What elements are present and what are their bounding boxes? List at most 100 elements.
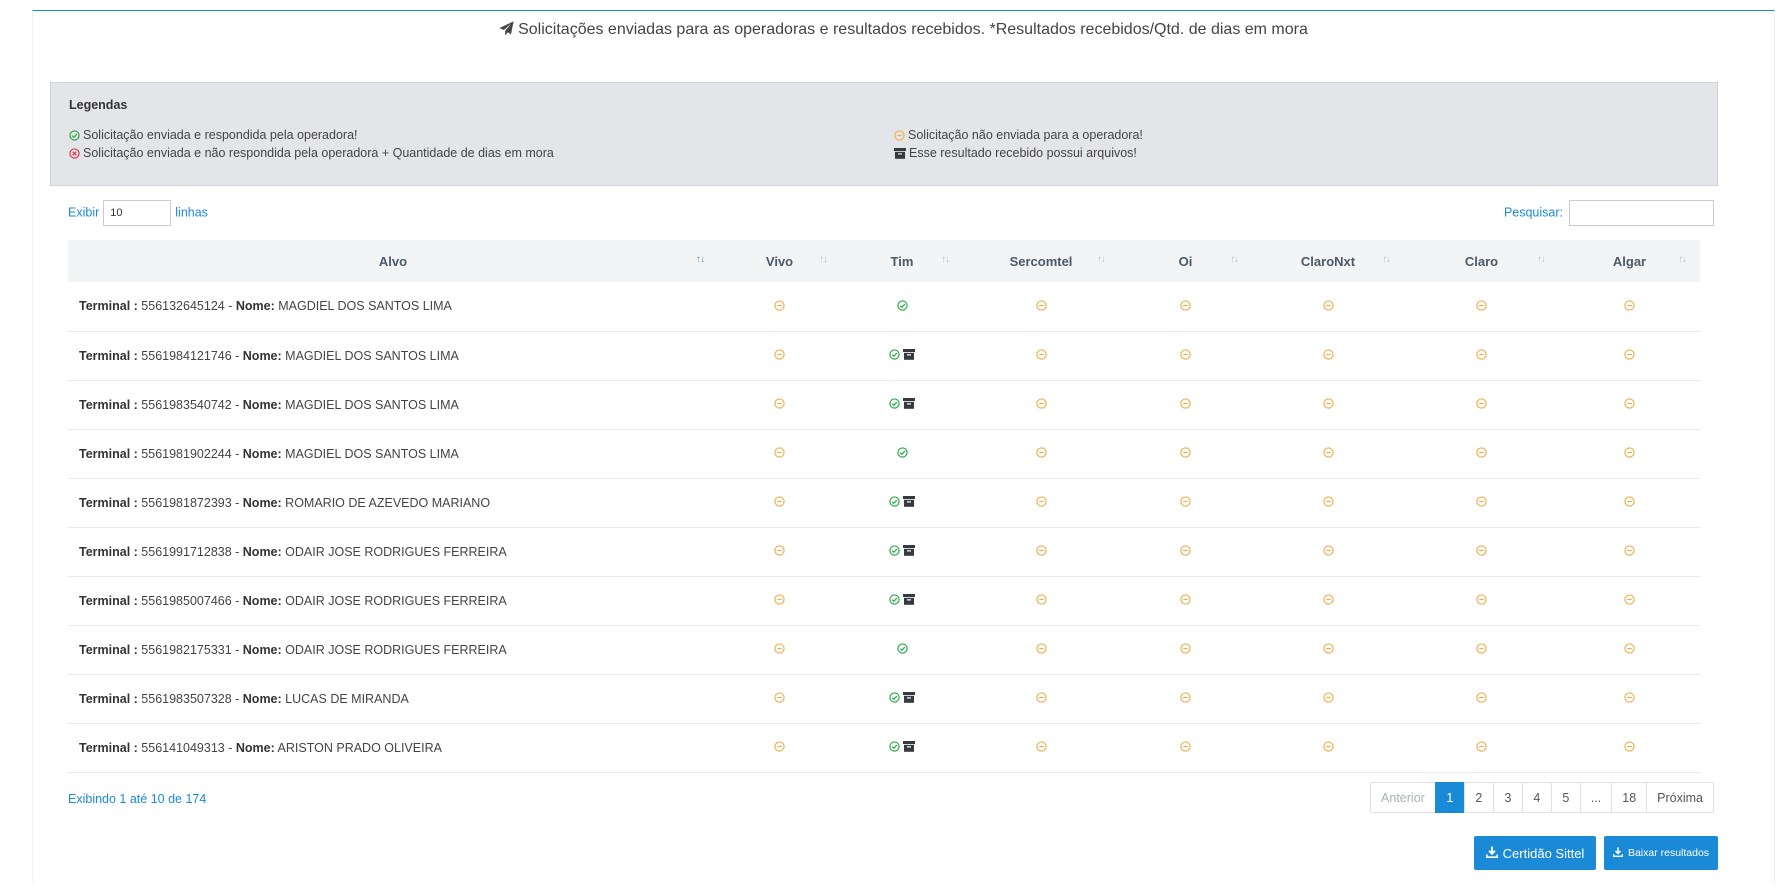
minus-circle-icon[interactable] bbox=[1180, 594, 1191, 608]
pagination-page[interactable]: 1 bbox=[1434, 782, 1465, 813]
search-input[interactable] bbox=[1569, 200, 1714, 226]
minus-circle-icon[interactable] bbox=[1476, 496, 1487, 510]
pagination-page[interactable]: 4 bbox=[1521, 782, 1552, 813]
minus-circle-icon[interactable] bbox=[1476, 398, 1487, 412]
minus-circle-icon[interactable] bbox=[1476, 692, 1487, 706]
check-circle-icon[interactable] bbox=[889, 349, 900, 363]
check-circle-icon[interactable] bbox=[896, 643, 908, 657]
minus-circle-icon[interactable] bbox=[1624, 496, 1635, 510]
minus-circle-icon[interactable] bbox=[1624, 692, 1635, 706]
column-header-vivo[interactable]: Vivo ↑↓ bbox=[718, 240, 841, 282]
minus-circle-icon[interactable] bbox=[1322, 349, 1334, 363]
pagination-page[interactable]: 5 bbox=[1550, 782, 1581, 813]
minus-circle-icon[interactable] bbox=[1476, 594, 1487, 608]
minus-circle-icon[interactable] bbox=[1180, 741, 1191, 755]
check-circle-icon[interactable] bbox=[889, 594, 900, 608]
minus-circle-icon[interactable] bbox=[1624, 643, 1635, 657]
minus-circle-icon[interactable] bbox=[1180, 349, 1191, 363]
minus-circle-icon[interactable] bbox=[1322, 643, 1334, 657]
pagination-page[interactable]: 18 bbox=[1611, 782, 1648, 813]
column-header-alvo[interactable]: Alvo ↑↓ bbox=[68, 240, 718, 282]
minus-circle-icon[interactable] bbox=[774, 299, 785, 314]
pagination-next[interactable]: Próxima bbox=[1646, 782, 1714, 813]
minus-circle-icon[interactable] bbox=[1035, 496, 1047, 510]
minus-circle-icon[interactable] bbox=[1322, 741, 1334, 755]
minus-circle-icon[interactable] bbox=[1476, 741, 1487, 755]
minus-circle-icon[interactable] bbox=[1035, 349, 1047, 363]
minus-circle-icon[interactable] bbox=[1322, 299, 1334, 314]
minus-circle-icon[interactable] bbox=[1035, 692, 1047, 706]
minus-circle-icon[interactable] bbox=[1476, 643, 1487, 657]
page-length-input[interactable] bbox=[103, 200, 172, 226]
minus-circle-icon[interactable] bbox=[774, 545, 785, 559]
minus-circle-icon[interactable] bbox=[1322, 545, 1334, 559]
column-header-claronxt[interactable]: ClaroNxt ↑↓ bbox=[1252, 240, 1404, 282]
minus-circle-icon[interactable] bbox=[774, 594, 785, 608]
minus-circle-icon[interactable] bbox=[1624, 299, 1635, 314]
minus-circle-icon[interactable] bbox=[1624, 741, 1635, 755]
archive-icon[interactable] bbox=[900, 740, 915, 755]
archive-icon[interactable] bbox=[900, 691, 915, 706]
archive-icon[interactable] bbox=[900, 593, 915, 608]
check-circle-icon[interactable] bbox=[889, 545, 900, 559]
minus-circle-icon[interactable] bbox=[774, 349, 785, 363]
archive-icon[interactable] bbox=[900, 495, 915, 510]
minus-circle-icon[interactable] bbox=[1035, 545, 1047, 559]
minus-circle-icon[interactable] bbox=[1180, 692, 1191, 706]
minus-circle-icon[interactable] bbox=[774, 692, 785, 706]
check-circle-icon[interactable] bbox=[889, 741, 900, 755]
minus-circle-icon[interactable] bbox=[1180, 398, 1191, 412]
minus-circle-icon[interactable] bbox=[1180, 643, 1191, 657]
check-circle-icon[interactable] bbox=[896, 299, 908, 314]
baixar-resultados-button[interactable]: Baixar resultados bbox=[1604, 836, 1718, 870]
archive-icon[interactable] bbox=[900, 544, 915, 559]
minus-circle-icon[interactable] bbox=[1624, 398, 1635, 412]
certidao-sittel-button[interactable]: Certidão Sittel bbox=[1474, 836, 1596, 870]
minus-circle-icon[interactable] bbox=[774, 447, 785, 461]
minus-circle-icon[interactable] bbox=[1180, 496, 1191, 510]
download-icon bbox=[1485, 846, 1498, 861]
minus-circle-icon[interactable] bbox=[774, 741, 785, 755]
minus-circle-icon[interactable] bbox=[774, 398, 785, 412]
check-circle-icon[interactable] bbox=[896, 447, 908, 461]
column-header-tim[interactable]: Tim ↑↓ bbox=[841, 240, 963, 282]
minus-circle-icon[interactable] bbox=[1322, 447, 1334, 461]
minus-circle-icon[interactable] bbox=[1035, 398, 1047, 412]
archive-icon[interactable] bbox=[900, 397, 915, 412]
minus-circle-icon[interactable] bbox=[1476, 447, 1487, 461]
minus-circle-icon[interactable] bbox=[1035, 594, 1047, 608]
minus-circle-icon[interactable] bbox=[1180, 299, 1191, 314]
minus-circle-icon[interactable] bbox=[1624, 447, 1635, 461]
status-cell bbox=[1252, 527, 1404, 577]
minus-circle-icon[interactable] bbox=[1624, 349, 1635, 363]
minus-circle-icon[interactable] bbox=[1035, 741, 1047, 755]
minus-circle-icon[interactable] bbox=[1322, 594, 1334, 608]
minus-circle-icon[interactable] bbox=[1476, 349, 1487, 363]
minus-circle-icon[interactable] bbox=[1180, 447, 1191, 461]
column-header-sercomtel[interactable]: Sercomtel ↑↓ bbox=[963, 240, 1119, 282]
archive-icon[interactable] bbox=[900, 348, 915, 363]
minus-circle-icon[interactable] bbox=[1624, 594, 1635, 608]
check-circle-icon[interactable] bbox=[889, 496, 900, 510]
minus-circle-icon[interactable] bbox=[1476, 299, 1487, 314]
check-circle-icon[interactable] bbox=[889, 398, 900, 412]
column-header-oi[interactable]: Oi ↑↓ bbox=[1119, 240, 1252, 282]
minus-circle-icon[interactable] bbox=[1035, 299, 1047, 314]
column-header-algar[interactable]: Algar ↑↓ bbox=[1559, 240, 1700, 282]
minus-circle-icon[interactable] bbox=[1624, 545, 1635, 559]
minus-circle-icon[interactable] bbox=[774, 643, 785, 657]
minus-circle-icon[interactable] bbox=[1476, 545, 1487, 559]
check-circle-icon[interactable] bbox=[889, 692, 900, 706]
column-header-claro[interactable]: Claro ↑↓ bbox=[1404, 240, 1559, 282]
minus-circle-icon[interactable] bbox=[1322, 692, 1334, 706]
minus-circle-icon[interactable] bbox=[1035, 643, 1047, 657]
name-value: MAGDIEL DOS SANTOS LIMA bbox=[285, 348, 459, 363]
pagination-page[interactable]: 3 bbox=[1492, 782, 1523, 813]
minus-circle-icon[interactable] bbox=[774, 496, 785, 510]
minus-circle-icon[interactable] bbox=[1322, 398, 1334, 412]
minus-circle-icon[interactable] bbox=[1180, 545, 1191, 559]
minus-circle-icon[interactable] bbox=[1322, 496, 1334, 510]
minus-circle-icon[interactable] bbox=[1035, 447, 1047, 461]
name-label: Nome: bbox=[242, 593, 282, 608]
pagination-page[interactable]: 2 bbox=[1463, 782, 1494, 813]
